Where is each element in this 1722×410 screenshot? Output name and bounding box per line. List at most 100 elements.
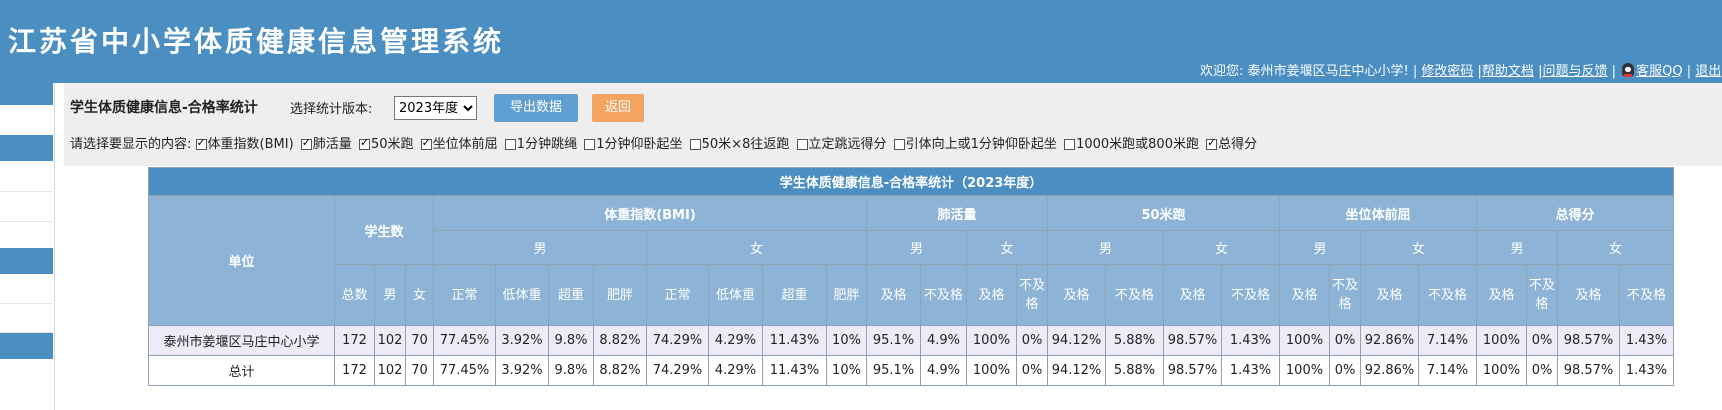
value-cell: 94.12% [1047,325,1106,356]
welcome-text: 欢迎您: 泰州市姜堰区马庄中心小学! | [1200,64,1418,79]
value-cell: 94.12% [1047,355,1106,386]
table-caption: 学生体质健康信息-合格率统计（2023年度） [148,167,1674,196]
group-header-sit-reach: 坐位体前屈 [1279,195,1477,231]
value-cell: 4.29% [708,325,763,356]
value-cell: 3.92% [495,355,549,386]
checkbox[interactable] [358,136,370,150]
checkbox[interactable] [796,139,808,150]
value-cell: 9.8% [548,325,594,356]
column-header: 不及格 [1418,264,1477,326]
students-header: 学生数 [334,195,434,265]
gender-header-female: 女 [646,230,867,265]
value-cell: 98.57% [1163,325,1222,356]
value-cell: 98.57% [1557,355,1620,386]
column-header: 正常 [646,264,709,326]
checkbox[interactable] [504,139,516,150]
value-cell: 100% [1279,355,1330,386]
header-bar: 江苏省中小学体质健康信息管理系统 欢迎您: 泰州市姜堰区马庄中心小学! | 修改… [0,0,1722,83]
option-situps[interactable]: 1分钟仰卧起坐 [584,137,683,152]
column-header: 及格 [1557,264,1620,326]
checkbox[interactable] [1206,136,1218,150]
value-cell: 98.57% [1163,355,1222,386]
gender-header-female: 女 [966,230,1048,265]
option-rope-skip[interactable]: 1分钟跳绳 [504,137,577,152]
gender-header-female: 女 [1163,230,1280,265]
checkbox[interactable] [584,139,596,150]
value-cell: 100% [966,325,1017,356]
value-cell: 0% [1329,325,1361,356]
group-header-50m: 50米跑 [1047,195,1280,231]
value-cell: 77.45% [433,355,496,386]
column-header: 正常 [433,264,496,326]
version-select[interactable]: 2023年度 [394,96,477,120]
value-cell: 100% [1476,325,1527,356]
display-prompt: 请选择要显示的内容: [70,137,192,152]
value-cell: 102 [374,325,406,356]
value-cell: 172 [334,355,375,386]
column-header: 不及格 [1016,264,1048,326]
checkbox[interactable] [893,139,905,150]
gender-header-male: 男 [1279,230,1361,265]
column-header: 不及格 [1526,264,1558,326]
unit-cell: 总计 [148,355,335,386]
column-header: 低体重 [708,264,763,326]
sidebar-section-header[interactable] [0,248,53,274]
sidebar-item[interactable]: 息 [0,304,53,333]
option-endurance-run[interactable]: 1000米跑或800米跑 [1064,137,1199,152]
logout-link[interactable]: 退出 [1695,64,1721,79]
sidebar-section-header[interactable] [0,333,53,359]
help-docs-link[interactable]: 帮助文档 [1482,64,1534,79]
value-cell: 8.82% [593,355,647,386]
version-label: 选择统计版本: [290,102,373,117]
value-cell: 0% [1329,355,1361,386]
sidebar-item-label: 息 [0,310,1,325]
option-sit-reach[interactable]: 坐位体前屈 [420,136,498,152]
value-cell: 77.45% [433,325,496,356]
sidebar-section-header[interactable] [0,83,53,105]
checkbox[interactable] [195,136,207,150]
change-password-link[interactable]: 修改密码 [1421,64,1473,79]
sidebar-item[interactable]: 吉 [0,275,53,304]
value-cell: 100% [966,355,1017,386]
feedback-link[interactable]: 问题与反馈 [1542,64,1607,79]
value-cell: 172 [334,325,375,356]
option-pullups[interactable]: 引体向上或1分钟仰卧起坐 [893,137,1057,152]
value-cell: 11.43% [762,325,827,356]
sidebar-item[interactable] [0,193,53,222]
value-cell: 70 [405,355,434,386]
value-cell: 11.43% [762,355,827,386]
value-cell: 92.86% [1360,355,1419,386]
gender-header-male: 男 [433,230,647,265]
option-long-jump[interactable]: 立定跳远得分 [796,137,887,152]
export-data-button[interactable]: 导出数据 [494,94,578,122]
back-button[interactable]: 返回 [592,94,644,122]
checkbox[interactable] [420,136,432,150]
checkbox[interactable] [300,136,312,150]
column-header: 超重 [762,264,827,326]
display-options: 请选择要显示的内容: 体重指数(BMI) 肺活量 50米跑 坐位体前屈 1分钟跳… [70,133,1260,152]
value-cell: 0% [1526,325,1558,356]
sidebar-section-header[interactable] [0,135,53,161]
table-body: 泰州市姜堰区马庄中心小学 172 102 70 77.45% 3.92% 9.8% 8.82%… [148,325,1674,386]
option-shuttle-run[interactable]: 50米×8往返跑 [689,137,789,152]
sidebar-item[interactable] [0,221,53,250]
customer-qq-link[interactable]: 客服QQ [1636,64,1682,79]
sidebar-item[interactable] [0,163,53,192]
column-header: 总数 [334,264,375,326]
value-cell: 74.29% [646,325,709,356]
column-header: 不及格 [1221,264,1280,326]
group-header-bmi: 体重指数(BMI) [433,195,867,231]
option-50m-run[interactable]: 50米跑 [358,136,414,152]
unit-cell: 泰州市姜堰区马庄中心小学 [148,325,335,356]
group-header-lung: 肺活量 [866,195,1048,231]
value-cell: 100% [1279,325,1330,356]
qq-icon [1622,63,1635,77]
unit-header: 单位 [148,195,335,326]
checkbox[interactable] [689,139,701,150]
option-total-score[interactable]: 总得分 [1206,136,1257,152]
column-header: 男 [374,264,406,326]
option-bmi[interactable]: 体重指数(BMI) [195,136,294,152]
checkbox[interactable] [1064,139,1076,150]
option-lung-capacity[interactable]: 肺活量 [300,136,352,152]
value-cell: 9.8% [548,355,594,386]
